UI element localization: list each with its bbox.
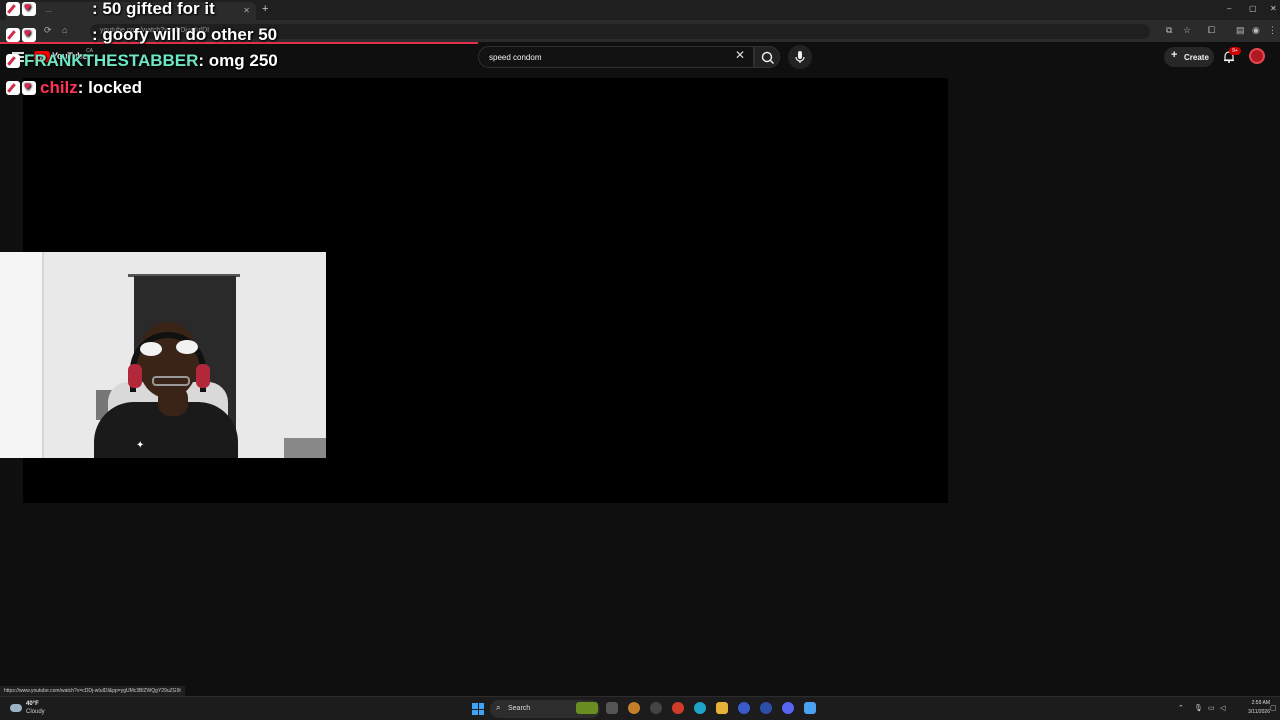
voice-search-button[interactable] xyxy=(788,45,812,69)
bookmark-star-icon[interactable]: ☆ xyxy=(1183,25,1191,36)
moderator-badge-icon xyxy=(6,28,20,42)
chat-message-text: : locked xyxy=(77,78,143,97)
moderator-badge-icon xyxy=(6,54,20,68)
webcam-door-edge xyxy=(42,252,44,458)
maximize-icon[interactable]: ▢ xyxy=(1249,4,1257,13)
chat-username: chilz: locked xyxy=(40,78,142,98)
left-earcup xyxy=(128,364,142,388)
close-window-icon[interactable]: ✕ xyxy=(1270,4,1277,13)
webcam-door xyxy=(0,252,44,458)
tray-chevron-icon[interactable]: ⌃ xyxy=(1178,704,1184,712)
chrome-icon[interactable] xyxy=(672,702,684,714)
cloud-icon[interactable] xyxy=(10,704,22,712)
search-icon xyxy=(761,51,774,64)
search-highlight-icon[interactable] xyxy=(576,702,598,714)
chat-message-text: : omg 250 xyxy=(198,51,278,70)
glasses xyxy=(152,376,190,386)
notification-center-icon[interactable]: ▢ xyxy=(1270,704,1277,712)
settings-gear-icon[interactable] xyxy=(650,702,662,714)
search-icon: ⌕ xyxy=(496,703,501,712)
weather-temperature[interactable]: 40°F xyxy=(26,701,39,707)
hair-bow-left xyxy=(140,342,162,356)
chat-username-text: chilz xyxy=(40,78,78,97)
app-icon[interactable] xyxy=(738,702,750,714)
heart-badge-icon xyxy=(22,0,36,16)
create-label: Create xyxy=(1184,53,1209,62)
volume-icon[interactable]: ◁ xyxy=(1220,704,1225,712)
tab-close-icon[interactable]: ✕ xyxy=(243,6,250,15)
profile-icon[interactable]: ◉ xyxy=(1252,25,1260,36)
notification-count-badge: 9+ xyxy=(1229,47,1241,55)
cast-icon[interactable]: ⧉ xyxy=(1166,25,1172,36)
chat-message-text: : 50 gifted for it xyxy=(92,0,215,18)
webcam-shelf xyxy=(284,438,326,458)
browser-menu-icon[interactable]: ⋮ xyxy=(1268,25,1277,36)
heart-badge-icon xyxy=(22,26,36,42)
taskbar-search-label: Search xyxy=(508,705,531,712)
taskbar: 40°F Cloudy ⌕ Search ⌃ 🎙 ▭ ◁ 2:59 AM 3/1… xyxy=(0,696,1280,720)
copilot-icon[interactable] xyxy=(628,702,640,714)
browser-app-icon[interactable] xyxy=(760,702,772,714)
sidebar-icon[interactable]: ▤ xyxy=(1236,25,1245,36)
network-icon[interactable]: ▭ xyxy=(1208,704,1215,712)
link-status-bar: https://www.youtube.com/watch?v=cDDj-wIu… xyxy=(0,686,185,696)
minimize-icon[interactable]: – xyxy=(1227,4,1231,13)
chat-message-text: : goofy will do other 50 xyxy=(92,25,278,44)
plus-icon: + xyxy=(1171,49,1178,61)
app-window-icon[interactable] xyxy=(804,702,816,714)
search-input[interactable] xyxy=(478,46,754,68)
edge-icon[interactable] xyxy=(694,702,706,714)
status-url-text: https://www.youtube.com/watch?v=cDDj-wIu… xyxy=(4,688,181,694)
webcam-overlay: ✦ xyxy=(0,252,326,458)
file-explorer-icon[interactable] xyxy=(716,702,728,714)
discord-icon[interactable] xyxy=(782,702,794,714)
moderator-badge-icon xyxy=(6,81,20,95)
create-button[interactable]: + Create xyxy=(1164,47,1214,67)
clear-search-icon[interactable]: ✕ xyxy=(735,49,745,61)
microphone-tray-icon[interactable]: 🎙 xyxy=(1194,704,1203,712)
search-button[interactable] xyxy=(754,46,780,68)
puma-logo-icon: ✦ xyxy=(136,440,145,451)
chat-username: FRANKTHESTABBER: omg 250 xyxy=(24,51,278,71)
extensions-icon[interactable]: ⧠ xyxy=(1208,25,1215,36)
clock-time[interactable]: 2:59 AM xyxy=(1236,700,1270,706)
chat-username: : goofy will do other 50 xyxy=(40,25,277,45)
task-view-icon[interactable] xyxy=(606,702,618,714)
weather-condition[interactable]: Cloudy xyxy=(26,709,45,715)
hair-bow-right xyxy=(176,340,198,354)
screen: ... ✕ + – ▢ ✕ ⟳ ⌂ youtube.com/watch?v=cD… xyxy=(0,0,1280,720)
account-avatar[interactable] xyxy=(1249,48,1265,64)
chat-username-text: FRANKTHESTABBER xyxy=(24,51,199,70)
chat-username: : 50 gifted for it xyxy=(40,0,215,19)
moderator-badge-icon xyxy=(6,2,20,16)
webcam-hand xyxy=(158,386,188,416)
clock-date[interactable]: 3/11/2026 xyxy=(1236,709,1270,715)
right-earcup xyxy=(196,364,210,388)
windows-start-icon[interactable] xyxy=(472,703,484,715)
heart-badge-icon xyxy=(22,79,36,95)
new-tab-icon[interactable]: + xyxy=(262,3,268,15)
microphone-icon xyxy=(795,51,805,63)
